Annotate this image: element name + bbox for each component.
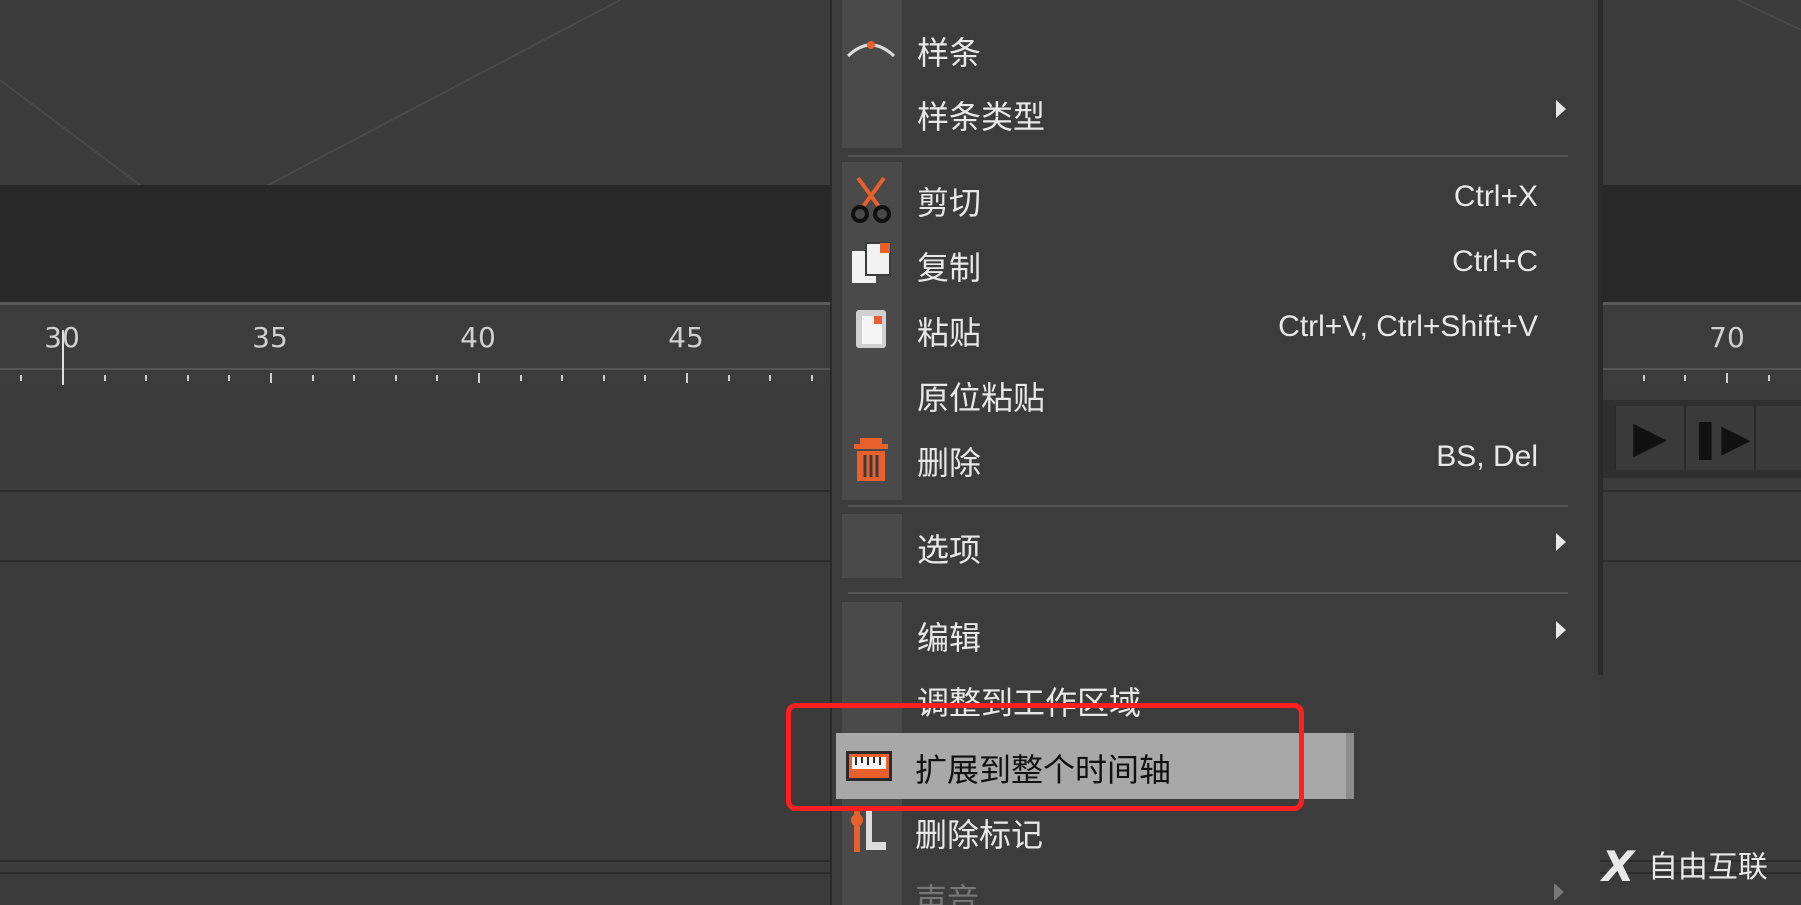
watermark-logo-icon: X — [1602, 842, 1635, 891]
menu-item-paste-in-place[interactable]: 原位粘贴 — [832, 363, 1600, 425]
menu-item-label: 声音 — [915, 881, 980, 905]
screenshot-stage: 30 35 40 45 70 ▶ ❚▶ 样条 样条类型 剪切 Ctrl+X 复制… — [0, 0, 1801, 905]
submenu-arrow-icon — [1556, 100, 1566, 118]
scissors-icon — [851, 176, 891, 223]
ruler-label-40: 40 — [460, 321, 496, 354]
ruler-tick — [311, 375, 314, 381]
menu-separator — [848, 155, 1568, 157]
ruler-tick — [145, 375, 148, 381]
menu-item-label: 样条类型 — [917, 98, 1046, 136]
ruler-tick — [270, 373, 272, 383]
menu-item-label: 粘贴 — [917, 314, 982, 352]
menu-item-edit[interactable]: 编辑 — [832, 603, 1600, 665]
ruler-tick — [810, 375, 813, 381]
ruler-tick — [1684, 375, 1687, 381]
step-forward-icon: ❚▶ — [1689, 416, 1751, 460]
play-button[interactable]: ▶ — [1614, 406, 1684, 470]
ruler-tick — [519, 375, 522, 381]
ruler-tick — [561, 375, 564, 381]
menu-item-label: 删除标记 — [915, 816, 1044, 854]
ruler-tick — [436, 375, 439, 381]
menu-item-label: 删除 — [917, 444, 982, 482]
menu-item-spline-type[interactable]: 样条类型 — [832, 82, 1600, 144]
ruler-tick — [1767, 375, 1770, 381]
submenu-arrow-icon — [1556, 533, 1566, 551]
menu-item-label: 样条 — [917, 34, 982, 72]
ruler-tick — [228, 375, 231, 381]
ruler-tick — [644, 375, 647, 381]
ruler-tick — [602, 375, 605, 381]
trash-icon — [854, 438, 888, 481]
submenu-arrow-icon — [1554, 883, 1564, 901]
paste-icon — [856, 310, 886, 348]
menu-item-copy[interactable]: 复制 Ctrl+C — [832, 233, 1600, 295]
menu-item-label: 剪切 — [917, 184, 982, 222]
menu-item-label: 选项 — [917, 531, 982, 569]
playhead-marker[interactable] — [62, 330, 64, 385]
menu-item-label: 复制 — [917, 249, 982, 287]
menu-item-spline[interactable]: 样条 — [832, 18, 1600, 80]
ruler-tick — [103, 375, 106, 381]
ruler-tick — [478, 373, 480, 383]
menu-item-shortcut: BS, Del — [1436, 440, 1538, 473]
ruler-tick — [1726, 373, 1728, 383]
ruler-tick — [20, 375, 23, 381]
menu-item-label: 原位粘贴 — [917, 379, 1046, 417]
ruler-tick — [727, 375, 730, 381]
menu-item-shortcut: Ctrl+X — [1453, 180, 1538, 213]
menu-right-edge — [1598, 0, 1603, 675]
marker-icon — [851, 810, 886, 852]
watermark: X 自由互联 — [1602, 842, 1768, 891]
ruler-tick — [353, 375, 356, 381]
copy-icon — [852, 242, 891, 283]
ruler-tick — [686, 373, 688, 383]
menu-item-cut[interactable]: 剪切 Ctrl+X — [832, 168, 1600, 230]
ruler-tick — [186, 375, 189, 381]
menu-item-options[interactable]: 选项 — [832, 515, 1600, 577]
annotation-highlight-box — [786, 703, 1304, 811]
transport-extra-button[interactable] — [1754, 406, 1801, 470]
menu-item-sound: 声音 — [830, 865, 1598, 905]
submenu-arrow-icon — [1556, 621, 1566, 639]
ruler-tick — [769, 375, 772, 381]
transport-controls: ▶ ❚▶ — [1598, 400, 1801, 478]
menu-separator — [848, 592, 1568, 594]
menu-separator — [848, 505, 1568, 507]
viewport-guide-right — [1737, 0, 1801, 30]
ruler-label-70: 70 — [1709, 321, 1745, 354]
ruler-tick — [1642, 375, 1645, 381]
step-forward-button[interactable]: ❚▶ — [1684, 406, 1754, 470]
menu-item-paste[interactable]: 粘贴 Ctrl+V, Ctrl+Shift+V — [832, 298, 1600, 360]
menu-item-delete[interactable]: 删除 BS, Del — [832, 428, 1600, 490]
menu-item-shortcut: Ctrl+V, Ctrl+Shift+V — [1278, 310, 1538, 343]
ruler-label-45: 45 — [668, 321, 704, 354]
menu-item-shortcut: Ctrl+C — [1452, 245, 1538, 278]
ruler-label-35: 35 — [252, 321, 288, 354]
spline-icon — [846, 41, 896, 58]
play-icon: ▶ — [1633, 412, 1667, 463]
menu-item-label: 编辑 — [917, 619, 982, 657]
watermark-text: 自由互联 — [1647, 850, 1768, 885]
ruler-tick — [394, 375, 397, 381]
